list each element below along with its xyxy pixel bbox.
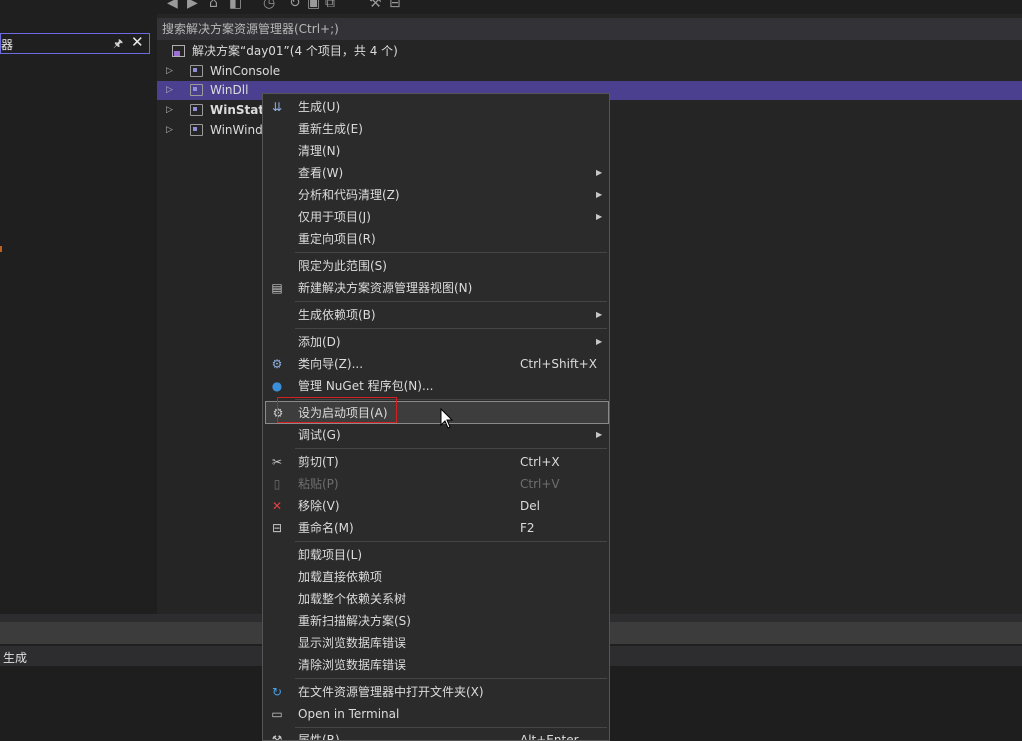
menu-item-debug[interactable]: 调试(G) ▶	[265, 424, 609, 446]
submenu-arrow-icon: ▶	[596, 430, 603, 439]
wrench-icon: ⚒	[271, 733, 283, 741]
menu-item-rename[interactable]: ⊟ 重命名(M) F2	[265, 517, 609, 539]
cpp-project-icon	[190, 124, 203, 136]
menu-item-rescan[interactable]: 重新扫描解决方案(S)	[265, 610, 609, 632]
submenu-arrow-icon: ▶	[596, 310, 603, 319]
menu-item-view[interactable]: 查看(W) ▶	[265, 162, 609, 184]
menu-separator	[295, 541, 607, 542]
menu-item-load-dep-tree[interactable]: 加载整个依赖关系树	[265, 588, 609, 610]
menu-item-class-wizard[interactable]: ⚙ 类向导(Z)... Ctrl+Shift+X	[265, 353, 609, 375]
menu-separator	[295, 678, 607, 679]
menu-item-clean[interactable]: 清理(N)	[265, 140, 609, 162]
menu-item-build[interactable]: ⇊ 生成(U)	[265, 96, 609, 118]
menu-item-scope[interactable]: 限定为此范围(S)	[265, 255, 609, 277]
left-panel-marker	[0, 246, 2, 252]
vs-icon[interactable]: ◧	[229, 0, 242, 10]
solution-icon	[172, 45, 185, 57]
cpp-project-icon	[190, 84, 203, 96]
menu-item-open-terminal[interactable]: ▭ Open in Terminal	[265, 703, 609, 725]
toolbar: ◀ ▶ ⌂ ◧ ◷ ↻ ▣ ⧉ ⚒ ⊟	[157, 0, 1022, 14]
menu-item-project-only[interactable]: 仅用于项目(J) ▶	[265, 206, 609, 228]
menu-item-properties[interactable]: ⚒ 属性(R) Alt+Enter	[265, 729, 609, 741]
left-panel-title: 器	[1, 38, 14, 52]
solution-row[interactable]: 解决方案“day01”(4 个项目，共 4 个)	[157, 42, 1022, 61]
terminal-icon: ▭	[271, 707, 283, 721]
menu-separator	[295, 328, 607, 329]
menu-item-clear-browse-errors[interactable]: 清除浏览数据库错误	[265, 654, 609, 676]
project-row-winconsole[interactable]: ▷ WinConsole	[157, 62, 1022, 81]
open-folder-icon: ↻	[271, 685, 283, 699]
expand-arrow-icon[interactable]: ▷	[166, 121, 173, 140]
expand-arrow-icon[interactable]: ▷	[166, 81, 173, 100]
menu-item-analyze[interactable]: 分析和代码清理(Z) ▶	[265, 184, 609, 206]
expand-arrow-icon[interactable]: ▷	[166, 101, 173, 120]
project-label: WinDll	[210, 83, 249, 97]
search-input[interactable]: 搜索解决方案资源管理器(Ctrl+;)	[157, 18, 1022, 40]
output-panel-title: 生成	[3, 651, 28, 665]
menu-separator	[295, 727, 607, 728]
cut-icon: ✂	[271, 455, 283, 469]
menu-item-load-direct-deps[interactable]: 加载直接依赖项	[265, 566, 609, 588]
close-icon[interactable]: ✕	[131, 33, 144, 51]
remove-icon: ✕	[271, 499, 283, 513]
wrench-icon[interactable]: ⚒	[369, 0, 382, 10]
menu-item-nuget[interactable]: ● 管理 NuGet 程序包(N)...	[265, 375, 609, 397]
menu-item-build-deps[interactable]: 生成依赖项(B) ▶	[265, 304, 609, 326]
menu-item-remove[interactable]: ✕ 移除(V) Del	[265, 495, 609, 517]
menu-item-paste[interactable]: ▯ 粘贴(P) Ctrl+V	[265, 473, 609, 495]
copy-icon[interactable]: ⧉	[325, 0, 335, 10]
menu-separator	[295, 252, 607, 253]
menu-item-open-in-explorer[interactable]: ↻ 在文件资源管理器中打开文件夹(X)	[265, 681, 609, 703]
class-wizard-icon: ⚙	[271, 357, 283, 371]
annotation-highlight-box	[277, 397, 397, 423]
menu-item-add[interactable]: 添加(D) ▶	[265, 331, 609, 353]
submenu-arrow-icon: ▶	[596, 190, 603, 199]
expand-arrow-icon[interactable]: ▷	[166, 62, 173, 81]
submenu-arrow-icon: ▶	[596, 168, 603, 177]
rename-icon: ⊟	[271, 521, 283, 535]
menu-separator	[295, 448, 607, 449]
menu-item-retarget[interactable]: 重定向项目(R)	[265, 228, 609, 250]
nuget-icon: ●	[271, 379, 283, 393]
menu-item-rebuild[interactable]: 重新生成(E)	[265, 118, 609, 140]
cpp-project-icon	[190, 65, 203, 77]
pin-icon[interactable]: 🖈	[113, 35, 123, 54]
refresh-icon[interactable]: ↻	[289, 0, 301, 10]
build-icon: ⇊	[271, 100, 283, 114]
menu-item-show-browse-errors[interactable]: 显示浏览数据库错误	[265, 632, 609, 654]
left-panel-header: 器 🖈 ✕	[0, 33, 150, 54]
forward-icon[interactable]: ▶	[187, 0, 198, 10]
back-icon[interactable]: ◀	[167, 0, 178, 10]
menu-separator	[295, 301, 607, 302]
left-panel: 器 🖈 ✕	[0, 0, 157, 614]
project-label: WinStati	[210, 103, 269, 117]
menu-item-cut[interactable]: ✂ 剪切(T) Ctrl+X	[265, 451, 609, 473]
new-view-icon: ▤	[271, 281, 283, 295]
menu-item-new-view[interactable]: ▤ 新建解决方案资源管理器视图(N)	[265, 277, 609, 299]
mouse-cursor-icon	[440, 408, 454, 429]
home-icon[interactable]: ⌂	[209, 0, 218, 10]
menu-item-unload[interactable]: 卸载项目(L)	[265, 544, 609, 566]
project-label: WinWind	[210, 123, 263, 137]
project-label: WinConsole	[210, 64, 281, 78]
preview-icon[interactable]: ⊟	[389, 0, 401, 10]
solution-label: 解决方案“day01”(4 个项目，共 4 个)	[192, 44, 398, 58]
submenu-arrow-icon: ▶	[596, 212, 603, 221]
collapse-icon[interactable]: ▣	[307, 0, 320, 10]
paste-icon: ▯	[273, 477, 281, 491]
submenu-arrow-icon: ▶	[596, 337, 603, 346]
cpp-project-icon	[190, 104, 203, 116]
history-icon[interactable]: ◷	[263, 0, 275, 10]
